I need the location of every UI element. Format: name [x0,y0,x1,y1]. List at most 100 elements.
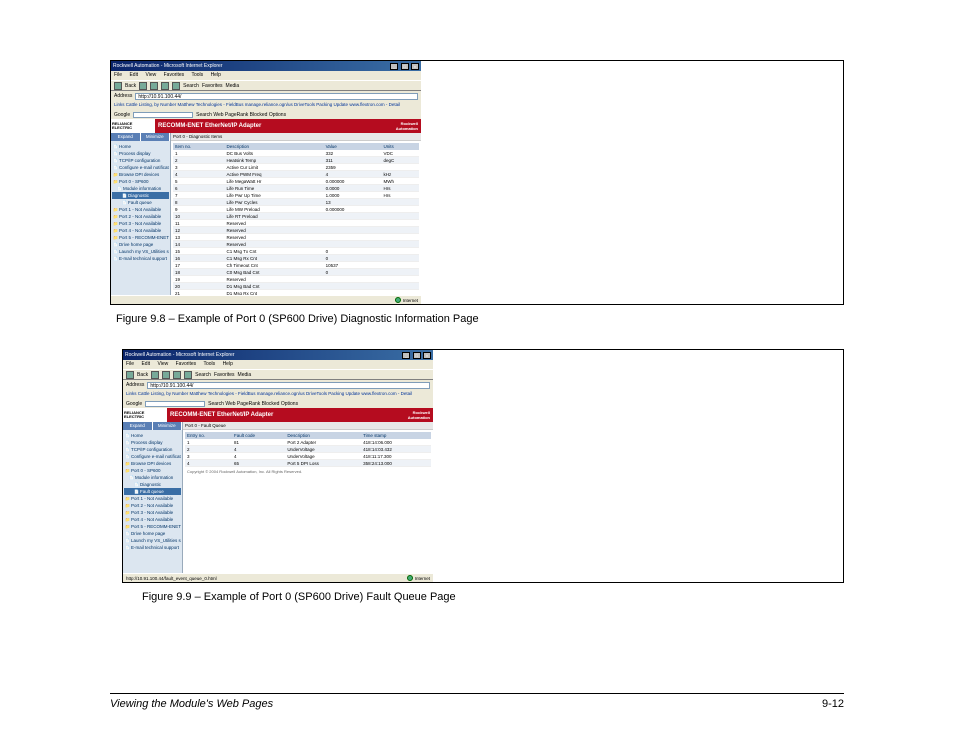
menu-favorites[interactable]: Favorites [164,72,185,78]
rockwell-logo: Rockwell Automation [408,410,433,420]
nav-tree[interactable]: HomeProcess displayTCP/IP configurationC… [111,141,170,295]
nav-item[interactable]: Configure e-mail notification [112,164,169,171]
nav-item[interactable]: Module information [112,185,169,192]
nav-item[interactable]: Port 3 - Not Available [124,509,181,516]
nav-item[interactable]: Diagnostic [112,192,169,199]
links-bar[interactable]: Links Cattle Listing, by Number Matthew … [111,101,421,110]
media-label[interactable]: Media [226,83,240,89]
refresh-icon[interactable] [161,82,169,90]
back-icon[interactable] [114,82,122,90]
nav-item[interactable]: E-mail technical support [124,544,181,551]
menu-tools[interactable]: Tools [203,361,215,367]
menu-file[interactable]: File [126,361,134,367]
nav-item[interactable]: Drive home page [112,241,169,248]
nav-item[interactable]: Fault queue [112,199,169,206]
nav-item[interactable]: Port 0 - SP600 [124,467,181,474]
nav-item[interactable]: Module information [124,474,181,481]
nav-item[interactable]: Home [112,143,169,150]
menu-help[interactable]: Help [211,72,221,78]
nav-item[interactable]: Drive home page [124,530,181,537]
nav-item[interactable]: Port 2 - Not Available [124,502,181,509]
nav-item[interactable]: Browse DPI devices [124,460,181,467]
content-tab[interactable]: Port 0 - Diagnostic Items [171,133,421,141]
nav-item[interactable]: Port 4 - Not Available [112,227,169,234]
tab-minimize[interactable]: Minimize [153,422,183,430]
links-bar[interactable]: Links Cattle Listing, by Number Matthew … [123,390,433,399]
home-icon[interactable] [184,371,192,379]
google-logo[interactable]: Google [114,112,130,118]
tab-expand[interactable]: Expand [111,133,141,141]
menubar[interactable]: File Edit View Favorites Tools Help [111,71,421,80]
menu-help[interactable]: Help [223,361,233,367]
links-list[interactable]: Cattle Listing, by Number Matthew Techno… [138,391,412,396]
refresh-icon[interactable] [173,371,181,379]
menu-tools[interactable]: Tools [191,72,203,78]
nav-item[interactable]: Process display [124,439,181,446]
nav-item[interactable]: Port 5 - RECOMM-ENET [112,234,169,241]
google-buttons[interactable]: Search Web PageRank Blocked Options [208,401,298,407]
back-icon[interactable] [126,371,134,379]
google-logo[interactable]: Google [126,401,142,407]
media-label[interactable]: Media [238,372,252,378]
menubar[interactable]: File Edit View Favorites Tools Help [123,360,433,369]
forward-icon[interactable] [151,371,159,379]
nav-item[interactable]: E-mail technical support [112,255,169,262]
nav-item[interactable]: Port 1 - Not Available [112,206,169,213]
close-icon[interactable]: × [411,63,419,70]
home-icon[interactable] [172,82,180,90]
address-input[interactable]: http://10.91.100.44/ [135,93,418,100]
stop-icon[interactable] [150,82,158,90]
google-search-input[interactable] [133,112,193,118]
nav-item[interactable]: TCP/IP configuration [124,446,181,453]
footer-title: Viewing the Module's Web Pages [110,698,273,710]
nav-item[interactable]: Port 2 - Not Available [112,213,169,220]
menu-view[interactable]: View [157,361,168,367]
menu-view[interactable]: View [145,72,156,78]
google-toolbar[interactable]: Google Search Web PageRank Blocked Optio… [123,399,433,408]
menu-file[interactable]: File [114,72,122,78]
nav-item[interactable]: Port 5 - RECOMM-ENET [124,523,181,530]
nav-item[interactable]: Launch my VS_Utilities softw [124,537,181,544]
toolbar[interactable]: Back Search Favorites Media [123,369,433,380]
nav-tree[interactable]: HomeProcess displayTCP/IP configurationC… [123,430,182,573]
minimize-icon[interactable]: _ [390,63,398,70]
links-list[interactable]: Cattle Listing, by Number Matthew Techno… [126,102,400,107]
menu-edit[interactable]: Edit [141,361,150,367]
nav-item[interactable]: Port 3 - Not Available [112,220,169,227]
nav-item[interactable]: Fault queue [124,488,181,495]
content-tab[interactable]: Port 0 - Fault Queue [183,422,433,430]
nav-item[interactable]: Port 4 - Not Available [124,516,181,523]
search-label[interactable]: Search [195,372,211,378]
nav-item[interactable]: Browse DPI devices [112,171,169,178]
toolbar[interactable]: Back Search Favorites Media [111,80,421,91]
status-bar: http://10.91.100.44/fault_event_queue_0.… [123,573,433,582]
minimize-icon[interactable]: _ [402,352,410,359]
menu-edit[interactable]: Edit [129,72,138,78]
nav-item[interactable]: Port 0 - SP600 [112,178,169,185]
maximize-icon[interactable]: □ [413,352,421,359]
nav-item[interactable]: Port 1 - Not Available [124,495,181,502]
nav-item[interactable]: Launch my VS_Utilities softw [112,248,169,255]
menu-favorites[interactable]: Favorites [176,361,197,367]
nav-item[interactable]: Home [124,432,181,439]
nav-item[interactable]: Configure e-mail notification [124,453,181,460]
google-search-input[interactable] [145,401,205,407]
address-input[interactable]: http://10.91.100.44/ [147,382,430,389]
table-row: 9Life MW Preload0.000000 [173,206,419,213]
window-titlebar[interactable]: Rockwell Automation - Microsoft Internet… [111,61,421,71]
nav-item[interactable]: Diagnostic [124,481,181,488]
favorites-label[interactable]: Favorites [202,83,223,89]
tab-minimize[interactable]: Minimize [141,133,171,141]
nav-item[interactable]: TCP/IP configuration [112,157,169,164]
nav-item[interactable]: Process display [112,150,169,157]
forward-icon[interactable] [139,82,147,90]
window-titlebar[interactable]: Rockwell Automation - Microsoft Internet… [123,350,433,360]
maximize-icon[interactable]: □ [401,63,409,70]
google-toolbar[interactable]: Google Search Web PageRank Blocked Optio… [111,110,421,119]
tab-expand[interactable]: Expand [123,422,153,430]
search-label[interactable]: Search [183,83,199,89]
google-buttons[interactable]: Search Web PageRank Blocked Options [196,112,286,118]
close-icon[interactable]: × [423,352,431,359]
stop-icon[interactable] [162,371,170,379]
favorites-label[interactable]: Favorites [214,372,235,378]
